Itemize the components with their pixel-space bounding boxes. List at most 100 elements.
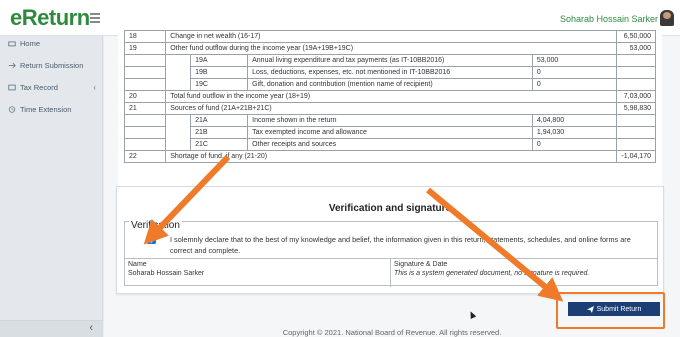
sidebar-item-label: Home	[20, 39, 41, 48]
sidebar-collapse-button[interactable]: ‹	[0, 320, 103, 337]
menu-toggle-icon[interactable]	[90, 13, 100, 23]
table-cell: Sources of fund (21A+21B+21C)	[165, 102, 618, 115]
table-cell	[165, 54, 192, 67]
table-cell: 53,000	[531, 54, 618, 67]
table-row: 19 Other fund outflow during the income y…	[123, 42, 656, 55]
return-icon	[8, 62, 16, 69]
signature-cell: Signature & Date This is a system genera…	[391, 259, 657, 287]
declaration-checkbox[interactable]	[147, 235, 156, 244]
table-cell: 4,04,800	[531, 114, 618, 127]
table-cell: Income shown in the return	[247, 114, 533, 127]
tax-record-icon	[8, 84, 16, 91]
table-cell	[616, 54, 656, 67]
table-cell: 7,03,000	[616, 90, 656, 103]
table-cell: 19C	[190, 78, 249, 91]
signature-label: Signature & Date	[394, 261, 448, 268]
sidebar: Home Return Submission Tax Record ‹ Time…	[0, 36, 103, 337]
table-cell: -1,04,170	[616, 150, 656, 163]
table-cell: 53,000	[616, 42, 656, 55]
home-icon	[8, 41, 16, 47]
name-label: Name	[128, 261, 147, 268]
table-cell: 21	[123, 102, 167, 115]
table-row: 19B Loss, deductions, expenses, etc. not …	[123, 66, 656, 79]
table-cell	[616, 138, 656, 151]
table-cell	[123, 66, 167, 79]
table-cell: 21C	[190, 138, 249, 151]
table-cell	[165, 138, 192, 151]
table-cell	[616, 114, 656, 127]
table-cell: 21A	[190, 114, 249, 127]
table-cell: Annual living expenditure and tax paymen…	[247, 54, 533, 67]
table-cell	[123, 138, 167, 151]
table-cell: Loss, deductions, expenses, etc. not men…	[247, 66, 533, 79]
table-cell	[123, 114, 167, 127]
user-name[interactable]: Soharab Hossain Sarker	[560, 14, 658, 24]
table-cell	[165, 114, 192, 127]
clock-icon	[8, 106, 16, 113]
table-cell	[165, 126, 192, 139]
table-cell: 19A	[190, 54, 249, 67]
table-cell	[123, 78, 167, 91]
signature-row: Name Soharab Hossain Sarker Signature & …	[125, 258, 657, 287]
chevron-left-icon: ‹	[93, 83, 96, 92]
verification-fieldset: Verification I solemnly declare that to …	[124, 220, 658, 287]
table-cell: Tax exempted income and allowance	[247, 126, 533, 139]
sidebar-item-tax-record[interactable]: Tax Record ‹	[8, 83, 100, 92]
table-cell: 21B	[190, 126, 249, 139]
table-cell: 19	[123, 42, 167, 55]
logo-return: Return	[21, 5, 90, 30]
name-cell: Name Soharab Hossain Sarker	[125, 259, 391, 287]
table-cell	[123, 54, 167, 67]
name-value: Soharab Hossain Sarker	[128, 270, 205, 277]
table-row: 21B Tax exempted income and allowance 1,94…	[123, 126, 656, 139]
table-cell: 6,50,000	[616, 30, 656, 43]
table-row: 22 Shortage of fund, if any (21-20) -1,04,…	[123, 150, 656, 163]
table-row: 19C Gift, donation and contribution (ment…	[123, 78, 656, 91]
table-cell	[616, 66, 656, 79]
table-row: 21A Income shown in the return 4,04,800	[123, 114, 656, 127]
sidebar-item-label: Time Extension	[20, 105, 72, 114]
sidebar-item-time-extension[interactable]: Time Extension	[8, 105, 100, 114]
table-cell: 22	[123, 150, 167, 163]
table-cell: 19B	[190, 66, 249, 79]
sidebar-item-label: Tax Record	[20, 83, 58, 92]
signature-value: This is a system generated document, no …	[394, 270, 590, 277]
verification-card: Verification and signature Verification …	[116, 186, 664, 294]
table-cell: Other receipts and sources	[247, 138, 533, 151]
chevron-left-icon: ‹	[89, 322, 93, 334]
table-cell	[165, 66, 192, 79]
footer-copyright: Copyright © 2021. National Board of Reve…	[282, 328, 502, 337]
table-cell	[616, 126, 656, 139]
table-cell: Change in net wealth (16-17)	[165, 30, 618, 43]
table-cell: 0	[531, 138, 618, 151]
table-cell: 5,98,830	[616, 102, 656, 115]
table-cell: 20	[123, 90, 167, 103]
table-cell: 1,94,030	[531, 126, 618, 139]
avatar[interactable]	[660, 10, 674, 26]
table-cell: 0	[531, 78, 618, 91]
declaration-text: I solemnly declare that to the best of m…	[170, 235, 631, 255]
ereturn-logo[interactable]: eReturn	[10, 5, 90, 31]
sidebar-item-home[interactable]: Home	[8, 39, 100, 48]
fund-table-card: 18 Change in net wealth (16-17) 6,50,000 19…	[118, 30, 662, 203]
verification-legend: Verification	[129, 220, 182, 231]
verification-title: Verification and signature	[328, 203, 452, 214]
submit-highlight-box	[556, 292, 665, 329]
table-cell: Gift, donation and contribution (mention…	[247, 78, 533, 91]
fund-table: 18 Change in net wealth (16-17) 6,50,000 19…	[123, 30, 656, 163]
table-cell: Other fund outflow during the income yea…	[165, 42, 618, 55]
table-row: 21 Sources of fund (21A+21B+21C) 5,98,830	[123, 102, 656, 115]
table-row: 18 Change in net wealth (16-17) 6,50,000	[123, 30, 656, 43]
table-row: 19A Annual living expenditure and tax pay…	[123, 54, 656, 67]
table-cell	[616, 78, 656, 91]
table-cell	[165, 78, 192, 91]
table-cell: 18	[123, 30, 167, 43]
table-cell	[123, 126, 167, 139]
table-cell: Shortage of fund, if any (21-20)	[165, 150, 618, 163]
sidebar-item-return-submission[interactable]: Return Submission	[8, 61, 100, 70]
table-row: 20 Total fund outflow in the income year …	[123, 90, 656, 103]
table-row: 21C Other receipts and sources 0	[123, 138, 656, 151]
logo-e: e	[10, 5, 22, 30]
sidebar-item-label: Return Submission	[20, 61, 84, 70]
table-cell: 0	[531, 66, 618, 79]
